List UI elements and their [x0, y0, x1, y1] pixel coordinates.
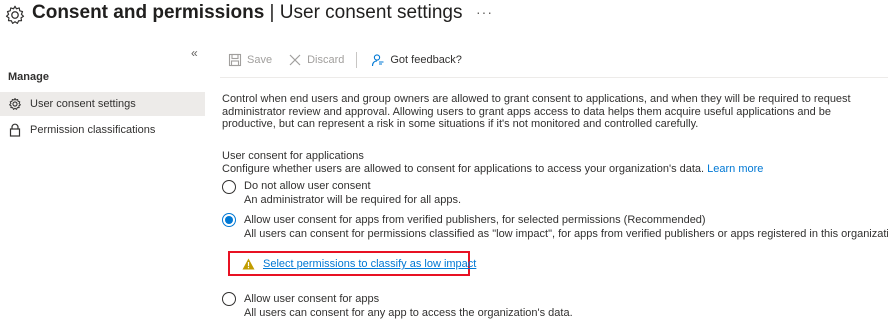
feedback-button[interactable]: Got feedback? [371, 53, 462, 67]
sidebar-section-label: Manage [8, 71, 49, 83]
close-icon [288, 53, 302, 67]
section-title: User consent for applications [222, 150, 364, 162]
section-description: Configure whether users are allowed to c… [222, 163, 763, 175]
option-label[interactable]: Do not allow user consent [244, 180, 371, 192]
title-separator: | [264, 2, 280, 23]
section-description-text: Configure whether users are allowed to c… [222, 163, 705, 175]
gear-icon [5, 5, 25, 24]
option-description: All users can consent for any app to acc… [244, 307, 573, 319]
radio-allow-all-apps[interactable] [222, 292, 236, 306]
learn-more-link[interactable]: Learn more [707, 163, 763, 175]
lock-icon [8, 123, 22, 137]
toolbar-divider-line [220, 77, 888, 78]
more-options-button[interactable]: ··· [476, 4, 493, 20]
page-description: Control when end users and group owners … [222, 93, 851, 130]
gear-icon [8, 97, 22, 111]
discard-button-label: Discard [307, 54, 345, 66]
option-label[interactable]: Allow user consent for apps [244, 293, 379, 305]
page-header: Consent and permissions | User consent s… [0, 0, 888, 34]
classify-permissions-link[interactable]: Select permissions to classify as low im… [263, 258, 476, 270]
page-title: Consent and permissions | User consent s… [32, 2, 462, 24]
discard-button[interactable]: Discard [288, 53, 344, 67]
save-icon [228, 53, 242, 67]
sidebar-item-label: User consent settings [30, 98, 136, 110]
sidebar-item-label: Permission classifications [30, 124, 156, 136]
page-subtitle: User consent settings [279, 2, 463, 23]
sidebar-item-permission-classifications[interactable]: Permission classifications [0, 118, 205, 142]
radio-allow-verified-publishers[interactable] [222, 213, 236, 227]
feedback-button-label: Got feedback? [390, 54, 462, 66]
radio-do-not-allow[interactable] [222, 180, 236, 194]
toolbar-divider [356, 52, 358, 68]
option-description: All users can consent for permissions cl… [244, 228, 888, 240]
feedback-icon [371, 53, 385, 67]
command-bar: Save Discard Got feedback? [228, 50, 478, 70]
option-description: An administrator will be required for al… [244, 194, 462, 206]
option-label[interactable]: Allow user consent for apps from verifie… [244, 214, 706, 226]
sidebar-item-user-consent-settings[interactable]: User consent settings [0, 92, 205, 116]
warning-icon [242, 258, 255, 270]
save-button[interactable]: Save [228, 53, 272, 67]
collapse-sidebar-button[interactable]: « [191, 46, 198, 60]
page-title-main: Consent and permissions [32, 2, 265, 23]
save-button-label: Save [247, 54, 273, 66]
